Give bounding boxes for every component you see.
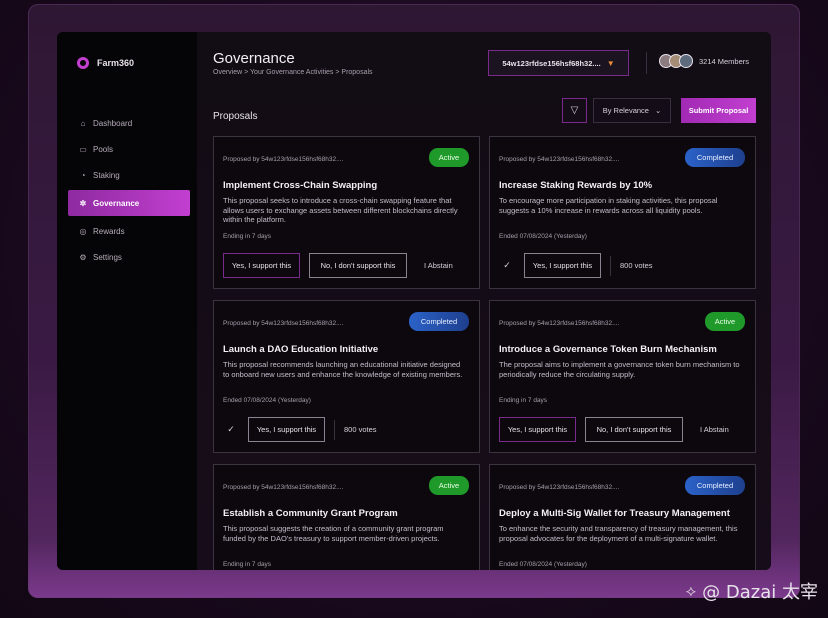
sidebar-nav: ⌂ Dashboard ▭ Pools ◔ Staking ✲ Governan… [57,110,197,270]
proposal-meta: Ending in 7 days [223,233,272,240]
proposal-description: The proposal aims to implement a governa… [499,360,740,379]
proposal-card: Proposed by 54w123rfdse156hsf68h32.... A… [213,136,480,289]
proposal-title[interactable]: Establish a Community Grant Program [223,508,473,519]
pools-icon: ▭ [79,144,87,154]
divider [334,419,335,440]
sidebar-item-dashboard[interactable]: ⌂ Dashboard [57,110,197,136]
vote-actions: ✓ Yes, I support this 800 votes [223,417,377,442]
sidebar-item-label: Governance [93,198,140,208]
proposal-description: This proposal suggests the creation of a… [223,524,444,543]
vote-count: 800 votes [344,425,377,434]
vote-actions: Yes, I support this No, I don't support … [223,253,453,278]
proposal-title[interactable]: Introduce a Governance Token Burn Mechan… [499,344,749,355]
breadcrumb: Overview > Your Governance Activities > … [213,69,373,76]
proposal-meta: Ending in 7 days [223,561,272,568]
proposal-description: This proposal seeks to introduce a cross… [223,196,458,224]
support-button[interactable]: Yes, I support this [248,417,325,442]
status-badge: Completed [685,148,745,167]
filter-button[interactable]: ▽ [562,98,587,123]
watermark: ⟡ @ Dazai 太宰 [686,578,818,604]
main-content: Governance Overview > Your Governance Ac… [197,32,771,570]
sidebar: Farm360 ⌂ Dashboard ▭ Pools ◔ Staking ✲ … [57,32,197,570]
sort-label: By Relevance [602,106,649,115]
avatar [679,54,693,68]
gear-icon: ⚙ [79,252,87,262]
support-button[interactable]: Yes, I support this [223,253,300,278]
proposal-title[interactable]: Launch a DAO Education Initiative [223,344,473,355]
members-summary[interactable]: 3214 Members [659,54,749,68]
status-badge: Completed [409,312,469,331]
logo[interactable]: Farm360 [77,57,134,69]
page-title: Governance [213,50,295,67]
oppose-button[interactable]: No, I don't support this [309,253,407,278]
proposal-card: Proposed by 54w123rfdse156hsf68h32.... C… [489,464,756,570]
proposal-title[interactable]: Implement Cross-Chain Swapping [223,180,473,191]
support-button[interactable]: Yes, I support this [499,417,576,442]
divider [610,255,611,276]
sidebar-item-label: Settings [93,252,122,262]
home-icon: ⌂ [80,118,86,128]
metamask-fox-icon: ▼ [606,58,615,68]
wallet-button[interactable]: 54w123rfdse156hsf68h32.... ▼ [488,50,629,76]
vote-actions: ✓ Yes, I support this 800 votes [499,253,653,278]
staking-icon: ◔ [80,170,86,180]
proposal-meta: Ended 07/08/2024 (Yesterday) [499,233,587,240]
vote-actions: Yes, I support this No, I don't support … [499,417,729,442]
proposal-card: Proposed by 54w123rfdse156hsf68h32.... C… [213,300,480,453]
proposal-description: To enhance the security and transparency… [499,524,738,543]
logo-mark-icon [77,57,89,69]
proposal-card: Proposed by 54w123rfdse156hsf68h32.... C… [489,136,756,289]
proposer-text: Proposed by 54w123rfdse156hsf68h32.... [223,484,344,491]
rewards-icon: ◎ [79,226,87,236]
watermark-text: @ Dazai 太宰 [702,582,818,603]
status-badge: Active [705,312,745,331]
sidebar-item-pools[interactable]: ▭ Pools [57,136,197,162]
proposer-text: Proposed by 54w123rfdse156hsf68h32.... [499,484,620,491]
sidebar-item-label: Staking [93,170,120,180]
proposer-text: Proposed by 54w123rfdse156hsf68h32.... [499,156,620,163]
proposal-title[interactable]: Deploy a Multi-Sig Wallet for Treasury M… [499,508,749,519]
logo-text: Farm360 [97,58,135,68]
proposal-card: Proposed by 54w123rfdse156hsf68h32.... A… [489,300,756,453]
proposer-text: Proposed by 54w123rfdse156hsf68h32.... [499,320,620,327]
check-icon: ✓ [503,260,511,270]
proposal-meta: Ended 07/08/2024 (Yesterday) [499,561,587,568]
sidebar-item-governance[interactable]: ✲ Governance [68,190,190,216]
proposal-description: This proposal recommends launching an ed… [223,360,463,379]
abstain-button[interactable]: I Abstain [692,425,729,434]
proposal-meta: Ended 07/08/2024 (Yesterday) [223,397,311,404]
check-icon: ✓ [227,424,235,434]
status-badge: Active [429,476,469,495]
sidebar-item-staking[interactable]: ◔ Staking [57,162,197,188]
wallet-address: 54w123rfdse156hsf68h32.... [502,58,601,68]
status-badge: Completed [685,476,745,495]
sidebar-item-rewards[interactable]: ◎ Rewards [57,218,197,244]
vote-count: 800 votes [620,261,653,270]
diamond-logo-icon: ⟡ [685,581,697,600]
governance-icon: ✲ [79,198,87,208]
app-window: Farm360 ⌂ Dashboard ▭ Pools ◔ Staking ✲ … [57,32,771,570]
sort-select[interactable]: By Relevance ⌄ [593,98,671,123]
proposer-text: Proposed by 54w123rfdse156hsf68h32.... [223,320,344,327]
header-divider [646,52,647,74]
status-badge: Active [429,148,469,167]
sidebar-item-label: Dashboard [93,118,133,128]
proposal-meta: Ending in 7 days [499,397,548,404]
members-count: 3214 Members [699,56,750,66]
proposer-text: Proposed by 54w123rfdse156hsf68h32.... [223,156,344,163]
chevron-down-icon: ⌄ [654,106,662,115]
section-title: Proposals [213,111,258,122]
proposal-card: Proposed by 54w123rfdse156hsf68h32.... A… [213,464,480,570]
sidebar-item-label: Rewards [93,226,125,236]
avatar-group [659,54,693,68]
proposal-description: To encourage more participation in staki… [499,196,718,215]
sidebar-item-label: Pools [93,144,114,154]
submit-proposal-button[interactable]: Submit Proposal [681,98,756,123]
proposal-title[interactable]: Increase Staking Rewards by 10% [499,180,749,191]
filter-icon: ▽ [570,105,579,116]
oppose-button[interactable]: No, I don't support this [585,417,683,442]
sidebar-item-settings[interactable]: ⚙ Settings [57,244,197,270]
support-button[interactable]: Yes, I support this [524,253,601,278]
abstain-button[interactable]: I Abstain [416,261,453,270]
